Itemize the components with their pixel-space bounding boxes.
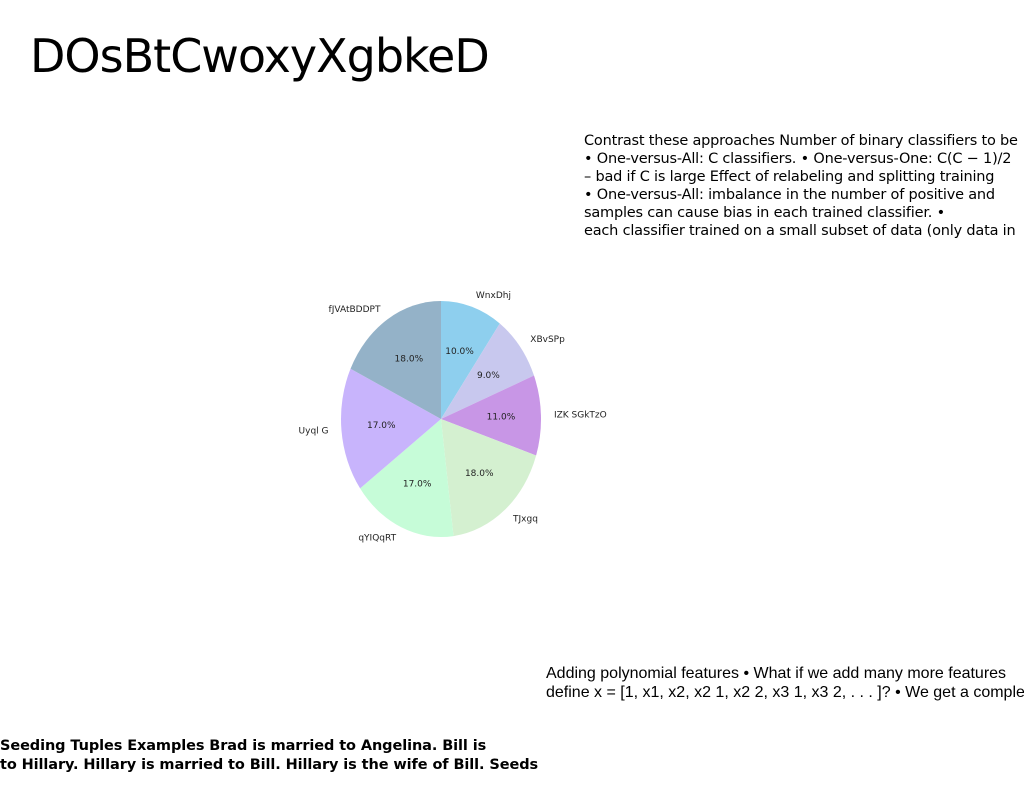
slice-category-label: TJxgq xyxy=(512,515,538,525)
seeding-line: to Hillary. Hillary is married to Bill. … xyxy=(0,757,539,773)
slice-percent-label: 10.0% xyxy=(445,347,474,357)
polynomial-line: Adding polynomial features • What if we … xyxy=(546,665,1007,682)
slice-percent-label: 18.0% xyxy=(395,355,424,365)
slice-percent-label: 17.0% xyxy=(367,421,396,431)
pie-chart: 10.0% WnxDhj 9.0% XBvSPp 11.0% IZK SGkTzO 18.0… xyxy=(280,280,620,560)
slice-category-label: XBvSPp xyxy=(530,335,565,345)
seeding-line: Seeding Tuples Examples Brad is married … xyxy=(0,738,487,754)
polynomial-line: define x = [1, x1, x2, x2 1, x2 2, x3 1,… xyxy=(546,684,1024,701)
contrast-line: Contrast these approaches Number of bina… xyxy=(584,133,1018,149)
slice-category-label: Uyql G xyxy=(299,427,329,437)
polynomial-text-block: Adding polynomial features • What if we … xyxy=(546,664,1024,702)
contrast-line: • One-versus-All: imbalance in the numbe… xyxy=(584,187,995,203)
slice-percent-label: 17.0% xyxy=(403,479,432,489)
slice-category-label: IZK SGkTzO xyxy=(554,410,607,420)
seeding-text-block: Seeding Tuples Examples Brad is married … xyxy=(0,737,538,775)
contrast-text-block: Contrast these approaches Number of bina… xyxy=(584,132,1018,240)
slice-percent-label: 9.0% xyxy=(477,371,500,381)
contrast-line: each classifier trained on a small subse… xyxy=(584,223,1016,239)
page-title: DOsBtCwoxyXgbkeD xyxy=(30,29,490,83)
contrast-line: – bad if C is large Effect of relabeling… xyxy=(584,169,995,185)
contrast-line: • One-versus-All: C classifiers. • One-v… xyxy=(584,151,1012,167)
pie-chart-svg: 10.0% WnxDhj 9.0% XBvSPp 11.0% IZK SGkTzO 18.0… xyxy=(299,291,607,544)
slice-category-label: qYIQqRT xyxy=(358,534,396,544)
slice-percent-label: 11.0% xyxy=(487,412,516,422)
slice-category-label: WnxDhj xyxy=(476,291,511,301)
slice-category-label: fJVAtBDDPT xyxy=(329,305,381,315)
slice-percent-label: 18.0% xyxy=(465,469,494,479)
contrast-line: samples can cause bias in each trained c… xyxy=(584,205,945,221)
